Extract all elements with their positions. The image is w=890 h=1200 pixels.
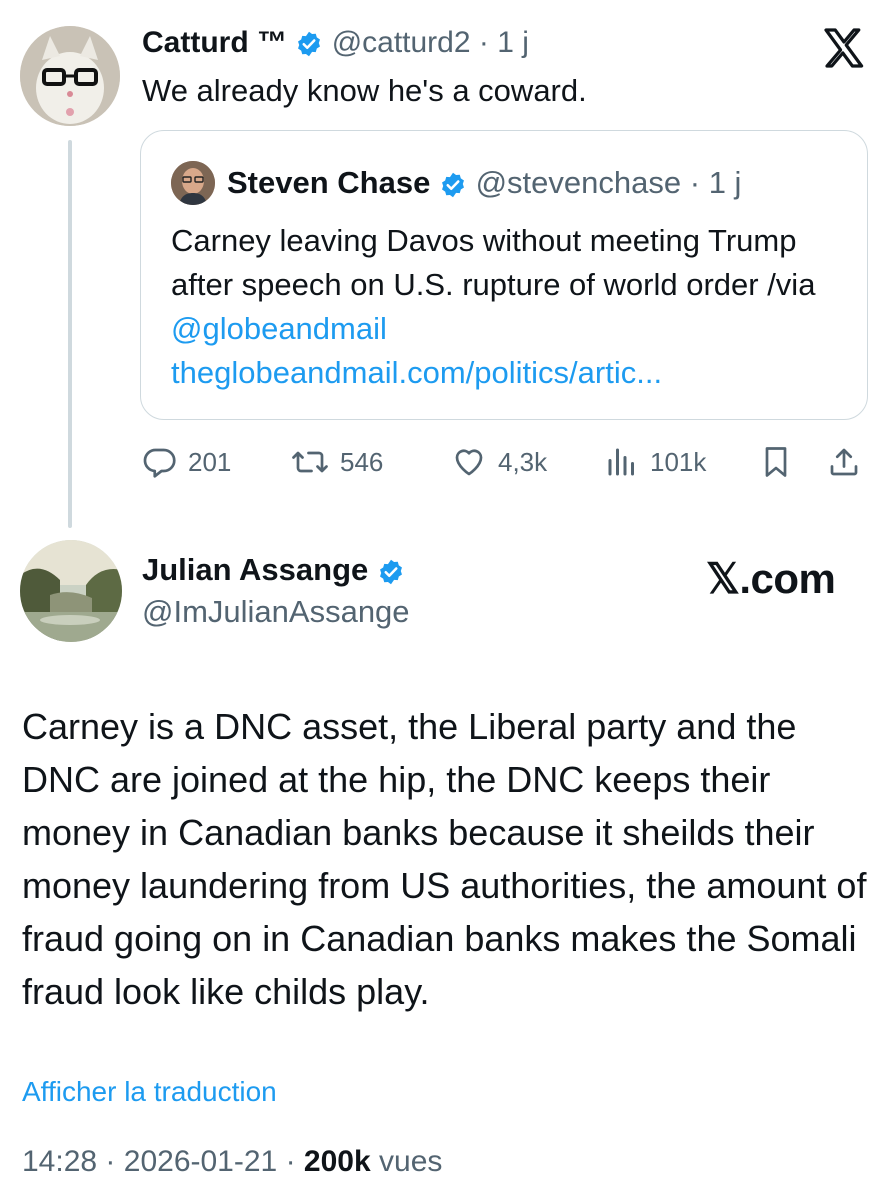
julian-assange-display-name[interactable]: Julian Assange	[142, 552, 368, 587]
reply-button[interactable]: 201	[142, 440, 231, 484]
tweet-date[interactable]: 2026-01-21	[124, 1145, 277, 1178]
views-total: 200k	[303, 1145, 371, 1178]
verified-badge-icon	[379, 559, 402, 585]
quoted-tweet-text: Carney leaving Davos without meeting Tru…	[171, 219, 851, 395]
landscape-avatar-image	[20, 540, 122, 642]
repost-count: 546	[340, 446, 384, 477]
catturd-tweet-text: We already know he's a coward.	[142, 73, 587, 108]
bookmark-button[interactable]	[758, 440, 804, 484]
like-button[interactable]: 4,3k	[450, 440, 547, 484]
catturd-handle[interactable]: @catturd2	[332, 26, 471, 59]
views-label: vues	[379, 1145, 443, 1178]
catturd-display-name[interactable]: Catturd ™	[142, 26, 287, 59]
repost-icon	[292, 451, 328, 473]
quoted-tweet-header: Steven Chase @stevenchase · 1 j	[227, 161, 741, 205]
views-button[interactable]: 101k	[604, 440, 706, 484]
views-count: 101k	[650, 446, 707, 477]
quoted-tweet-body: Carney leaving Davos without meeting Tru…	[171, 223, 816, 302]
bookmark-icon	[765, 447, 787, 477]
person-avatar-image	[171, 161, 215, 205]
catturd-timestamp[interactable]: 1 j	[497, 26, 529, 59]
assange-name-row: Julian Assange	[142, 548, 405, 592]
julian-assange-avatar[interactable]	[20, 540, 122, 642]
quoted-tweet-timestamp: 1 j	[708, 165, 742, 200]
steven-chase-avatar	[171, 161, 215, 205]
reply-count: 201	[188, 446, 232, 477]
quoted-tweet-card[interactable]: Steven Chase @stevenchase · 1 j Carney l…	[140, 130, 868, 420]
header-separator: ·	[478, 26, 489, 59]
tweet-time[interactable]: 14:28	[22, 1145, 97, 1178]
share-button[interactable]	[826, 440, 872, 484]
share-icon	[830, 448, 858, 476]
verified-badge-icon	[298, 31, 321, 57]
x-logo-icon[interactable]	[820, 24, 868, 72]
repost-button[interactable]: 546	[290, 440, 383, 484]
thread-connector-line	[68, 140, 72, 528]
tweet-meta: 14:28 · 2026-01-21 · 200k vues	[22, 1142, 442, 1182]
cat-avatar-image	[20, 26, 120, 126]
catturd-avatar[interactable]	[20, 26, 120, 126]
article-link[interactable]: theglobeandmail.com/politics/artic...	[171, 355, 662, 390]
meta-separator: ·	[285, 1145, 296, 1178]
meta-separator: ·	[105, 1145, 116, 1178]
header-separator: ·	[689, 165, 701, 200]
assange-tweet-text: Carney is a DNC asset, the Liberal party…	[22, 706, 867, 1012]
verified-badge-icon	[441, 172, 464, 198]
julian-assange-handle[interactable]: @ImJulianAssange	[142, 592, 410, 632]
steven-chase-display-name: Steven Chase	[227, 165, 431, 200]
reply-icon	[143, 448, 176, 478]
views-icon	[608, 448, 634, 476]
steven-chase-handle: @stevenchase	[475, 165, 682, 200]
globeandmail-mention-link[interactable]: @globeandmail	[171, 311, 387, 346]
like-count: 4,3k	[498, 446, 548, 477]
x-com-brand: 𝕏.com	[706, 555, 836, 602]
show-translation-link[interactable]: Afficher la traduction	[22, 1072, 277, 1112]
catturd-header: Catturd ™ @catturd2 · 1 j	[142, 22, 529, 64]
like-icon	[455, 449, 483, 476]
